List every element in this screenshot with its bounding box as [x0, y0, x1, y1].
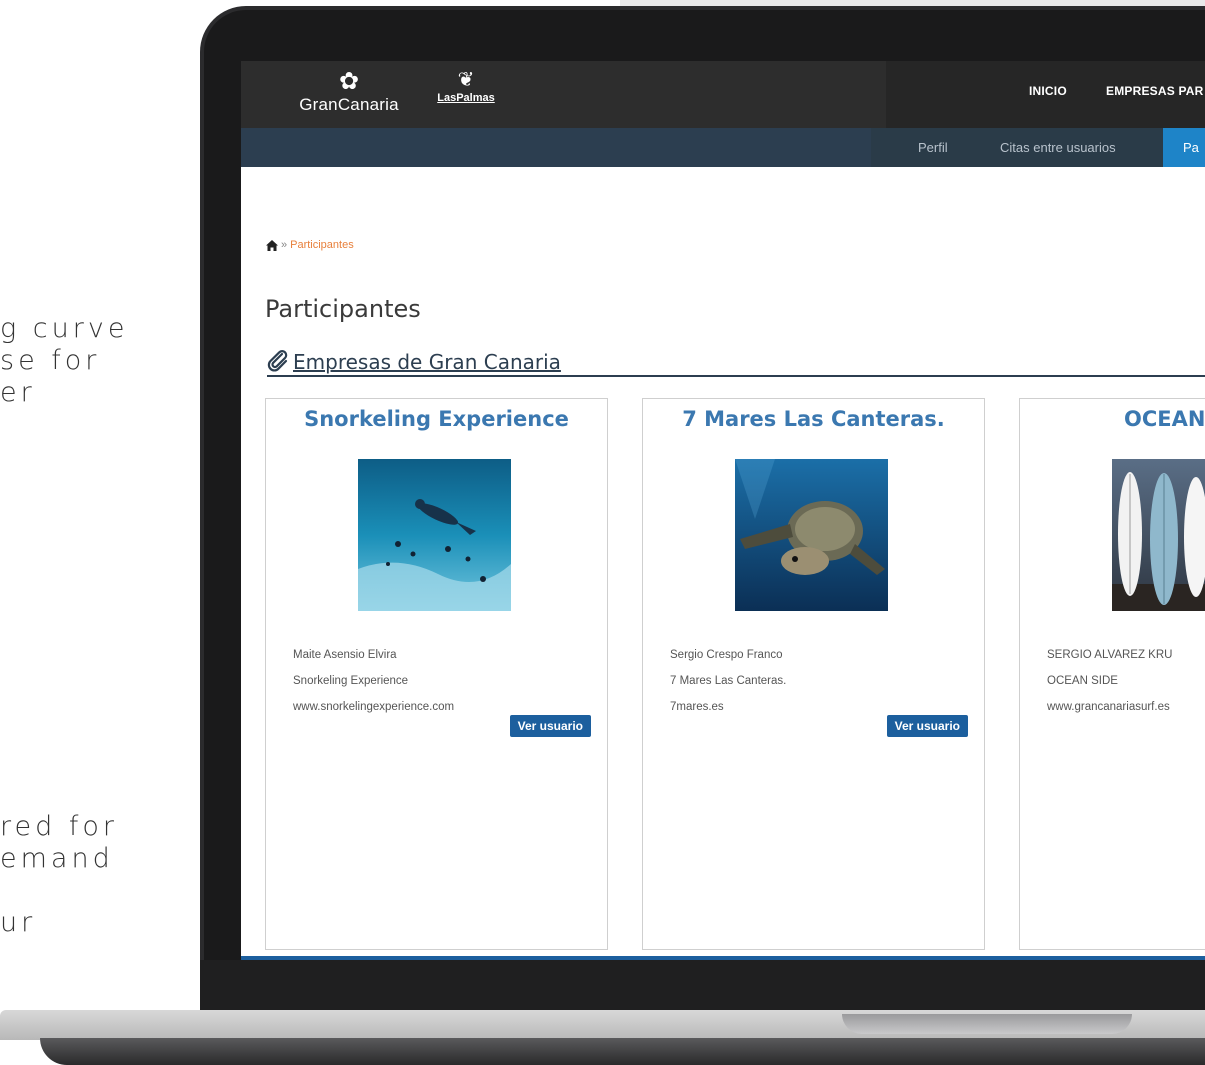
contact-name: SERGIO ALVAREZ KRU	[1047, 649, 1173, 661]
ver-usuario-button[interactable]: Ver usuario	[886, 715, 968, 737]
side-marketing-text-bottom: red for emand ur	[0, 811, 118, 938]
gran-canaria-flower-icon: ✿	[338, 68, 360, 95]
company-name: Snorkeling Experience	[293, 675, 409, 687]
company-name: 7 Mares Las Canteras.	[670, 675, 787, 687]
company-website[interactable]: 7mares.es	[670, 694, 786, 720]
participant-info: Sergio Crespo Franco 7 Mares Las Cantera…	[670, 642, 786, 720]
laptop-opening-notch	[842, 1014, 1132, 1034]
page-title: Participantes	[265, 295, 421, 323]
home-icon[interactable]	[266, 239, 278, 251]
participant-info: SERGIO ALVAREZ KRU OCEAN SIDE www.granca…	[1047, 642, 1172, 720]
screen-bottom-border	[241, 956, 1205, 960]
subnav-perfil[interactable]: Perfil	[918, 128, 948, 167]
side-marketing-text-top: g curve se for er	[0, 313, 129, 408]
nav-empresas-participantes[interactable]: EMPRESAS PAR	[1106, 61, 1204, 128]
laptop-screen: ✿ GranCanaria ❦ LasPalmas INICIO EMPRESA…	[241, 61, 1205, 960]
surfboards-photo[interactable]	[1112, 459, 1205, 611]
subnav-citas[interactable]: Citas entre usuarios	[1000, 128, 1116, 167]
las-palmas-logo[interactable]: ❦ LasPalmas	[431, 69, 501, 121]
card-title[interactable]: OCEAN	[1124, 407, 1205, 431]
card-title[interactable]: Snorkeling Experience	[266, 407, 607, 431]
laptop-bezel-bottom	[200, 960, 1205, 1010]
card-title[interactable]: 7 Mares Las Canteras.	[643, 407, 984, 431]
laptop-base-edge	[40, 1038, 1205, 1065]
palm-tree-icon: ❦	[457, 69, 475, 91]
company-name: OCEAN SIDE	[1047, 675, 1118, 687]
snorkeling-photo[interactable]	[358, 459, 511, 611]
ver-usuario-button[interactable]: Ver usuario	[509, 715, 591, 737]
contact-name: Maite Asensio Elvira	[293, 649, 397, 661]
breadcrumb-separator: »	[281, 239, 288, 251]
company-website[interactable]: www.snorkelingexperience.com	[293, 694, 454, 720]
section-heading: Empresas de Gran Canaria	[267, 350, 1205, 377]
participant-card: 7 Mares Las Canteras. Sergio Crespo Fran…	[642, 398, 985, 950]
contact-name: Sergio Crespo Franco	[670, 649, 783, 661]
nav-inicio[interactable]: INICIO	[1029, 61, 1067, 128]
participant-info: Maite Asensio Elvira Snorkeling Experien…	[293, 642, 454, 720]
subnav-participantes-active[interactable]: Pa	[1163, 128, 1205, 167]
paperclip-icon	[267, 350, 288, 372]
participant-card: Snorkeling Experience Maite Asensio Elvi…	[265, 398, 608, 950]
section-title[interactable]: Empresas de Gran Canaria	[293, 350, 561, 375]
company-website[interactable]: www.grancanariasurf.es	[1047, 694, 1172, 720]
breadcrumb: » Participantes	[266, 239, 354, 251]
breadcrumb-current[interactable]: Participantes	[290, 239, 354, 251]
gran-canaria-logo[interactable]: ✿ GranCanaria	[289, 69, 409, 121]
participant-card: OCEAN SERGIO ALVAREZ KRU OCEAN SIDE www.…	[1019, 398, 1205, 950]
sea-turtle-photo[interactable]	[735, 459, 888, 611]
